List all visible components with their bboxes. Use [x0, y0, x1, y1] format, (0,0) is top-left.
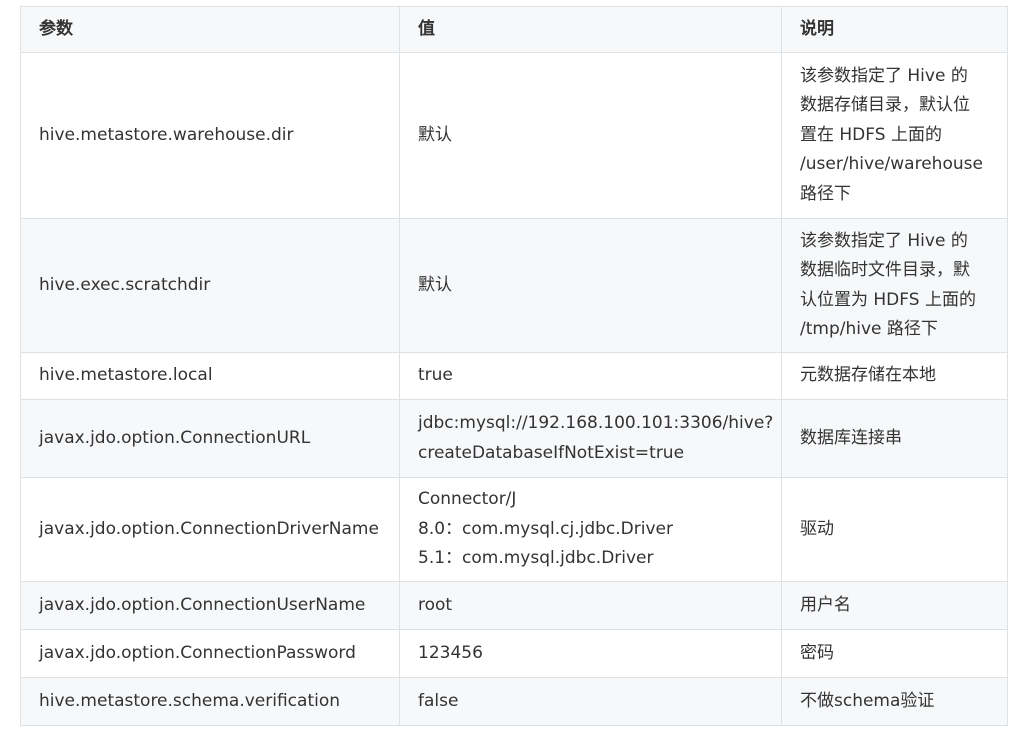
table-row: hive.metastore.local true 元数据存储在本地 — [20, 352, 1008, 400]
value-line: 默认 — [418, 124, 452, 145]
description-cell: 驱动 — [781, 477, 1008, 582]
table-row: javax.jdo.option.ConnectionURL jdbc:mysq… — [20, 399, 1008, 478]
description-line: /tmp/hive 路径下 — [800, 319, 938, 339]
description-line: /user/hive/warehouse — [800, 154, 983, 175]
value-cell: 123456 — [399, 629, 782, 678]
table-row: javax.jdo.option.ConnectionPassword 1234… — [20, 629, 1008, 678]
param-cell: javax.jdo.option.ConnectionURL — [20, 399, 400, 478]
description-line: 密码 — [800, 642, 834, 663]
value-line: 5.1：com.mysql.jdbc.Driver — [418, 548, 654, 569]
param-cell: hive.metastore.schema.verification — [20, 677, 400, 726]
description-line: 数据临时文件目录，默 — [800, 260, 970, 280]
description-line: 认位置为 HDFS 上面的 — [800, 289, 976, 310]
param-cell: hive.exec.scratchdir — [20, 218, 400, 353]
value-cell: jdbc:mysql://192.168.100.101:3306/hive? … — [399, 399, 782, 478]
description-cell: 数据库连接串 — [781, 399, 1008, 478]
value-line: true — [418, 365, 453, 386]
value-cell: 默认 — [399, 52, 782, 219]
table-row: hive.metastore.warehouse.dir 默认 该参数指定了 H… — [20, 52, 1008, 219]
param-cell: hive.metastore.local — [20, 352, 400, 400]
value-line: false — [418, 690, 459, 711]
param-cell: javax.jdo.option.ConnectionDriverName — [20, 477, 400, 582]
value-cell: true — [399, 352, 782, 400]
header-row: 参数 值 说明 — [20, 6, 1008, 53]
description-line: 置在 HDFS 上面的 — [800, 124, 942, 145]
description-line: 数据存储目录，默认位 — [800, 95, 970, 116]
value-line: root — [418, 594, 453, 615]
description-line: 用户名 — [800, 594, 851, 615]
value-cell: false — [399, 677, 782, 726]
description-cell: 该参数指定了 Hive 的 数据存储目录，默认位 置在 HDFS 上面的 /us… — [781, 52, 1008, 219]
description-cell: 该参数指定了 Hive 的 数据临时文件目录，默 认位置为 HDFS 上面的 /… — [781, 218, 1008, 353]
description-line: 数据库连接串 — [800, 427, 902, 448]
description-line: 驱动 — [800, 518, 834, 539]
description-line: 该参数指定了 Hive 的 — [800, 230, 968, 251]
table-row: javax.jdo.option.ConnectionDriverName Co… — [20, 477, 1008, 582]
value-line: createDatabaseIfNotExist=true — [418, 442, 685, 463]
param-cell: hive.metastore.warehouse.dir — [20, 52, 400, 219]
description-line: 不做schema验证 — [800, 690, 935, 711]
table-row: hive.metastore.schema.verification false… — [20, 677, 1008, 726]
header-value: 值 — [399, 6, 782, 53]
config-table: 参数 值 说明 hive.metastore.warehouse.dir 默认 … — [20, 6, 1008, 726]
description-cell: 密码 — [781, 629, 1008, 678]
description-line: 该参数指定了 Hive 的 — [800, 65, 968, 86]
description-line: 元数据存储在本地 — [800, 365, 936, 386]
value-cell: 默认 — [399, 218, 782, 353]
value-line: 默认 — [418, 274, 452, 295]
value-line: Connector/J — [418, 489, 517, 510]
description-cell: 元数据存储在本地 — [781, 352, 1008, 400]
description-line: 路径下 — [800, 183, 851, 204]
value-cell: root — [399, 581, 782, 630]
table-row: hive.exec.scratchdir 默认 该参数指定了 Hive 的 数据… — [20, 218, 1008, 353]
value-line: jdbc:mysql://192.168.100.101:3306/hive? — [418, 413, 774, 433]
table-row: javax.jdo.option.ConnectionUserName root… — [20, 581, 1008, 630]
header-param: 参数 — [20, 6, 400, 53]
param-cell: javax.jdo.option.ConnectionUserName — [20, 581, 400, 630]
header-description: 说明 — [781, 6, 1008, 53]
value-line: 8.0：com.mysql.cj.jdbc.Driver — [418, 518, 673, 539]
param-cell: javax.jdo.option.ConnectionPassword — [20, 629, 400, 678]
description-cell: 用户名 — [781, 581, 1008, 630]
value-cell: Connector/J 8.0：com.mysql.cj.jdbc.Driver… — [399, 477, 782, 582]
value-line: 123456 — [418, 642, 483, 663]
description-cell: 不做schema验证 — [781, 677, 1008, 726]
